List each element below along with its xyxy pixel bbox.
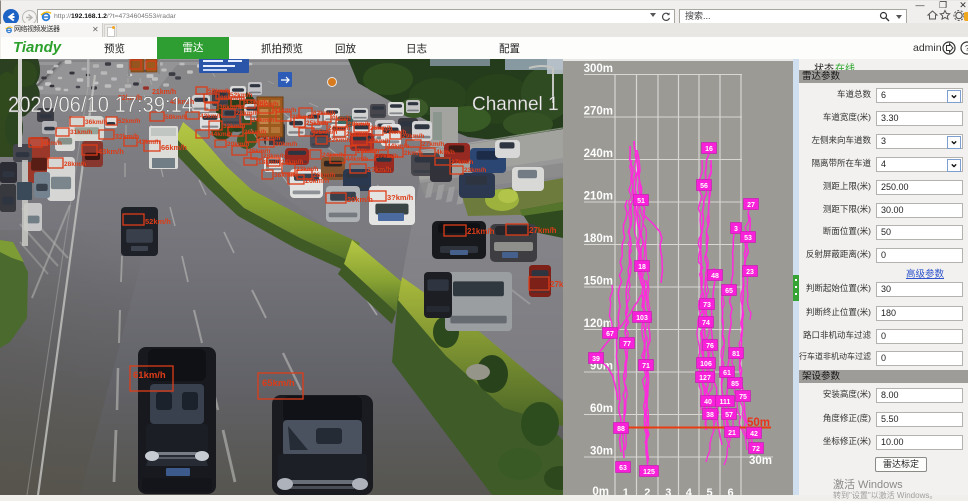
svg-text:39: 39 [592, 356, 600, 363]
svg-text:63: 63 [619, 465, 627, 472]
svg-text:18: 18 [638, 264, 646, 271]
svg-text:74: 74 [702, 320, 710, 327]
svg-text:3: 3 [734, 226, 738, 233]
svg-text:24km/h: 24km/h [252, 117, 274, 124]
svg-text:42: 42 [750, 431, 758, 438]
svg-text:20km/h: 20km/h [227, 141, 249, 148]
svg-text:240m: 240m [584, 148, 613, 160]
svg-text:300m: 300m [584, 63, 613, 75]
svg-text:72: 72 [752, 446, 760, 453]
svg-text:4: 4 [686, 487, 693, 495]
svg-text:3?km/h: 3?km/h [387, 193, 414, 202]
svg-text:6: 6 [727, 487, 733, 495]
svg-text:77: 77 [623, 341, 631, 348]
svg-text:48: 48 [711, 273, 719, 280]
svg-text:22km/h: 22km/h [328, 137, 350, 144]
svg-text:51: 51 [637, 198, 645, 205]
svg-text:30km/h: 30km/h [275, 141, 297, 148]
svg-text:88: 88 [617, 426, 625, 433]
svg-text:111: 111 [720, 399, 731, 406]
svg-text:40: 40 [704, 399, 712, 406]
svg-text:27km/h: 27km/h [451, 159, 473, 166]
svg-text:Channel 1: Channel 1 [472, 94, 559, 115]
svg-text:21km/h: 21km/h [467, 227, 495, 236]
svg-text:21: 21 [728, 430, 736, 437]
svg-text:57: 57 [725, 412, 733, 419]
svg-text:52km/h: 52km/h [145, 217, 171, 226]
svg-text:3: 3 [665, 487, 671, 495]
svg-text:30m: 30m [590, 446, 613, 458]
svg-text:2: 2 [644, 487, 650, 495]
svg-text:270m: 270m [584, 106, 613, 118]
svg-text:24km/h: 24km/h [328, 125, 350, 132]
svg-text:27: 27 [747, 202, 755, 209]
svg-text:2?km/h: 2?km/h [367, 167, 392, 174]
svg-text:31km/h: 31km/h [70, 129, 92, 136]
svg-text:73: 73 [703, 302, 711, 309]
svg-text:150m: 150m [584, 276, 613, 288]
svg-text:16: 16 [705, 146, 713, 153]
svg-text:65: 65 [725, 288, 733, 295]
svg-text:41km/h: 41km/h [274, 107, 296, 114]
svg-text:18km/h: 18km/h [258, 159, 280, 166]
svg-text:27km/h: 27km/h [529, 226, 557, 235]
svg-text:38: 38 [706, 412, 714, 419]
svg-text:44km/h: 44km/h [210, 131, 232, 138]
svg-text:28km/h: 28km/h [64, 161, 86, 168]
svg-text:60m: 60m [590, 403, 613, 415]
svg-text:36km/h: 36km/h [85, 119, 107, 126]
svg-text:81: 81 [732, 351, 740, 358]
svg-text:61km/h: 61km/h [133, 370, 166, 381]
svg-text:65km/h: 65km/h [262, 378, 295, 389]
svg-text:125: 125 [643, 469, 655, 476]
svg-text:43km/h: 43km/h [98, 147, 124, 156]
svg-text:23: 23 [746, 269, 754, 276]
svg-text:26km/h: 26km/h [313, 172, 335, 179]
svg-text:75: 75 [739, 394, 747, 401]
svg-text:2020/06/10 17:39:14: 2020/06/10 17:39:14 [8, 92, 193, 117]
svg-text:29km/h: 29km/h [402, 133, 424, 140]
svg-text:67: 67 [606, 331, 614, 338]
svg-text:76: 76 [706, 343, 714, 350]
svg-text:66km/h: 66km/h [161, 143, 187, 152]
svg-text:30m: 30m [749, 455, 772, 467]
svg-text:4km/h: 4km/h [436, 149, 455, 156]
svg-text:180m: 180m [584, 233, 613, 245]
svg-text:210m: 210m [584, 191, 613, 203]
svg-text:85: 85 [731, 381, 739, 388]
svg-text:103: 103 [636, 315, 648, 322]
svg-text:5: 5 [706, 487, 712, 495]
svg-text:4km/h: 4km/h [43, 140, 62, 147]
svg-text:127: 127 [699, 375, 711, 382]
svg-text:27km/h: 27km/h [422, 141, 444, 148]
svg-text:52km/h: 52km/h [118, 118, 140, 125]
svg-text:27km: 27km [550, 280, 563, 289]
svg-text:24km/h: 24km/h [281, 159, 303, 166]
svg-text:1: 1 [623, 487, 629, 495]
svg-text:23km/h: 23km/h [464, 167, 486, 174]
svg-text:61: 61 [723, 370, 731, 377]
svg-text:53: 53 [744, 235, 752, 242]
svg-text:98km/h: 98km/h [220, 95, 242, 102]
svg-text:0m: 0m [592, 486, 609, 495]
svg-text:36km/h: 36km/h [274, 172, 296, 179]
svg-text:43km/h: 43km/h [138, 139, 160, 146]
svg-text:71: 71 [642, 363, 650, 370]
svg-text:106: 106 [700, 361, 712, 368]
svg-text:56: 56 [700, 183, 708, 190]
svg-text:43km/h: 43km/h [200, 113, 222, 120]
